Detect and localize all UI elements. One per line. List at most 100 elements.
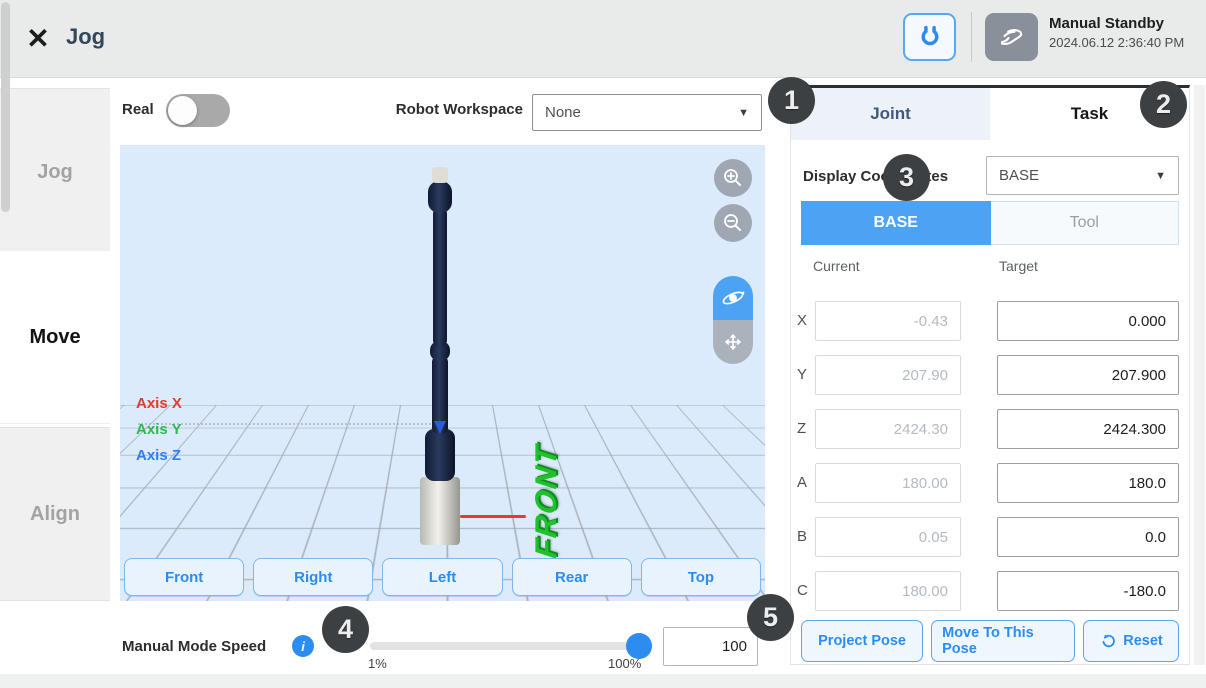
annotation-badge-4: 4 [322,606,369,653]
robot-tool-tip [432,167,448,183]
speed-value-input[interactable] [663,627,758,666]
robot-workspace-dropdown[interactable]: None ▼ [532,94,762,131]
view-front-button[interactable]: Front [124,558,244,596]
axis-letter: Z [797,420,811,437]
axis-letter: Y [797,366,811,383]
display-coordinates-dropdown[interactable]: BASE ▼ [986,156,1179,195]
robot-z-arrow [434,421,446,434]
orbit-rotate-icon [720,285,746,311]
view-buttons-row: Front Right Left Rear Top [124,558,761,596]
status-title: Manual Standby [1049,15,1184,32]
hand-jog-icon [996,22,1028,52]
speed-slider-track[interactable] [370,642,652,650]
view-top-button[interactable]: Top [641,558,761,596]
frame-tool-button[interactable]: Tool [991,201,1180,245]
pose-actions-row: Project Pose Move To This Pose Reset [801,620,1179,662]
target-column-header: Target [999,258,1038,274]
annotation-badge-3: 3 [883,154,930,201]
robot-model: FRONT [120,145,765,601]
close-icon[interactable]: ✕ [20,22,56,58]
info-icon[interactable]: i [292,635,314,657]
robot-lower-joint [425,429,455,481]
panel-scrollbar-track[interactable] [1194,85,1205,665]
rotate-view-button[interactable] [713,276,753,320]
speed-min-label: 1% [368,656,387,671]
current-value-y: 207.90 [815,355,961,395]
target-input-a[interactable] [997,463,1179,503]
sidebar-item-label: Align [30,503,80,526]
axis-x-label: Axis X [136,391,182,417]
servo-gripper-button[interactable] [903,13,956,61]
tab-joint[interactable]: Joint [791,88,990,140]
target-input-y[interactable] [997,355,1179,395]
annotation-badge-1: 1 [768,77,815,124]
panel-scrollbar-thumb[interactable] [1,2,10,212]
robot-base [420,477,460,545]
jog-screen: ✕ Jog Manual Standby 2024.06.12 2:36:40 … [0,0,1206,688]
current-value-z: 2424.30 [815,409,961,449]
robot-workspace-label: Robot Workspace [393,101,523,118]
frame-base-button[interactable]: BASE [801,201,991,245]
axis-letter: X [797,312,811,329]
project-pose-button[interactable]: Project Pose [801,620,923,662]
target-input-z[interactable] [997,409,1179,449]
real-toggle[interactable] [166,94,230,127]
robot-workspace-value: None [545,104,738,121]
axis-letter: A [797,474,811,491]
robot-x-axis-line [460,515,526,518]
frame-segment-control: BASE Tool [801,201,1179,245]
chevron-down-icon: ▼ [1155,170,1166,182]
current-column-header: Current [813,258,860,274]
magnifier-minus-icon [721,211,745,235]
zoom-in-button[interactable] [714,159,752,197]
main-area: Real Robot Workspace None ▼ Axis X Axis … [110,78,790,674]
view-rear-button[interactable]: Rear [512,558,632,596]
current-value-b: 0.05 [815,517,961,557]
sidebar-item-align[interactable]: Align [0,427,110,601]
current-value-c: 180.00 [815,571,961,611]
move-to-this-pose-button[interactable]: Move To This Pose [931,620,1075,662]
topbar-divider [971,12,972,62]
sidebar-item-jog[interactable]: Jog [0,88,110,256]
bottom-strip [0,674,1206,688]
left-sidebar: Jog Move Align [0,78,110,674]
magnifier-plus-icon [721,166,745,190]
sidebar-item-move[interactable]: Move [0,250,110,424]
pan-arrows-icon [721,330,745,354]
target-input-x[interactable] [997,301,1179,341]
reset-button[interactable]: Reset [1083,620,1179,662]
speed-max-label: 100% [608,656,641,671]
robot-status: Manual Standby 2024.06.12 2:36:40 PM [1049,15,1184,50]
axis-letter: C [797,582,811,599]
page-title: Jog [66,24,105,50]
display-coordinates-value: BASE [999,167,1155,184]
workspace-dotted-line [138,423,438,483]
sidebar-item-label: Move [29,326,80,349]
current-value-a: 180.00 [815,463,961,503]
coordinates-panel: Joint Task Display Coordinates BASE ▼ BA… [790,85,1190,665]
real-toggle-label: Real [122,101,154,118]
gripper-icon [916,23,944,51]
reset-circular-arrow-icon [1099,632,1117,650]
zoom-out-button[interactable] [714,204,752,242]
reset-label: Reset [1123,633,1163,649]
toggle-knob [168,96,197,125]
annotation-badge-2: 2 [1140,81,1187,128]
manual-mode-speed-label: Manual Mode Speed [122,638,266,655]
view-left-button[interactable]: Left [382,558,502,596]
view-right-button[interactable]: Right [253,558,373,596]
robot-3d-viewport[interactable]: Axis X Axis Y Axis Z FRONT [120,145,765,601]
axis-letter: B [797,528,811,545]
manual-mode-indicator[interactable] [985,13,1038,61]
sidebar-item-label: Jog [37,161,73,184]
panel-tabs: Joint Task [791,88,1189,140]
target-input-b[interactable] [997,517,1179,557]
view-mode-toggle [713,276,753,364]
tab-label: Joint [870,104,911,124]
target-input-c[interactable] [997,571,1179,611]
pan-view-button[interactable] [713,320,753,364]
tab-label: Task [1071,104,1109,124]
robot-head-joint [428,181,452,213]
robot-upper-arm [433,207,447,347]
annotation-badge-5: 5 [747,594,794,641]
